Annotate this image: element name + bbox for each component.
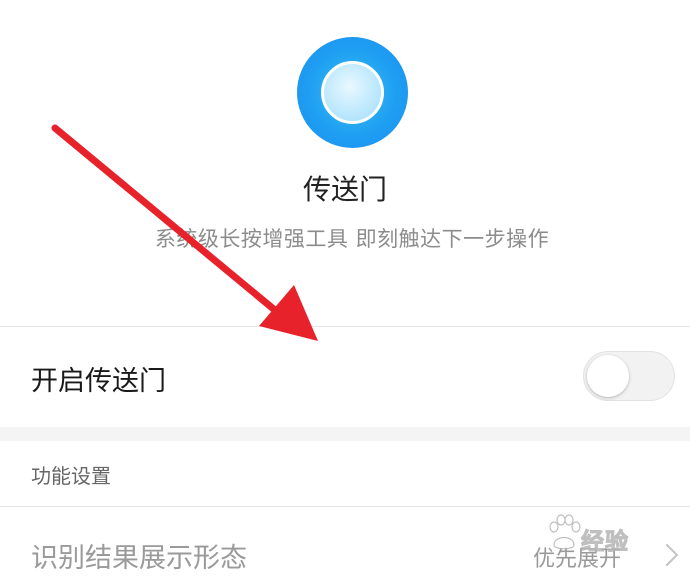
section-gap xyxy=(0,427,690,441)
watermark-text: 经验 xyxy=(581,529,629,556)
toggle-knob xyxy=(587,355,629,397)
divider-section xyxy=(0,506,690,507)
enable-portal-toggle[interactable] xyxy=(583,351,675,401)
paw-logo-icon xyxy=(549,514,581,550)
baidu-jingyan-watermark: 经验 xyxy=(528,509,678,559)
section-title: 功能设置 xyxy=(31,464,111,488)
page-subtitle: 系统级长按增强工具 即刻触达下一步操作 xyxy=(154,227,550,251)
enable-portal-row[interactable]: 开启传送门 xyxy=(0,327,690,426)
portal-logo-icon xyxy=(297,37,408,148)
setting-label: 识别结果展示形态 xyxy=(31,543,247,574)
page-title: 传送门 xyxy=(302,173,387,206)
enable-portal-label: 开启传送门 xyxy=(31,366,166,397)
portal-logo-inner-ring xyxy=(321,61,384,124)
